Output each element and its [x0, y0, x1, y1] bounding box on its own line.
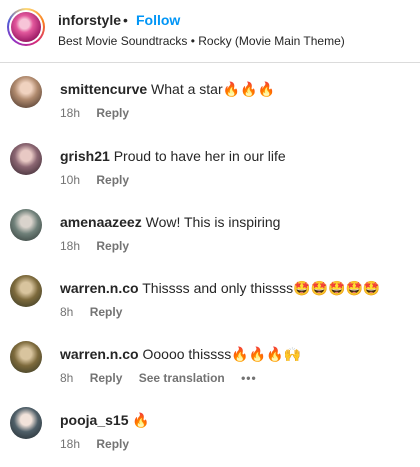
comment-username[interactable]: pooja_s15 [60, 412, 128, 428]
avatar[interactable] [10, 275, 42, 307]
comment-item: warren.n.co Ooooo thissss🔥🔥🔥🙌 8h Reply S… [0, 341, 420, 401]
more-options-icon[interactable]: ••• [241, 371, 257, 385]
comment-timestamp: 18h [60, 106, 81, 120]
comment-text: Proud to have her in our life [113, 148, 286, 164]
author-username[interactable]: inforstyle [58, 12, 121, 28]
follow-button[interactable]: Follow [136, 12, 180, 28]
comment-text: Thissss and only thissss [142, 280, 294, 296]
comment-item: grish21 Proud to have her in our life 10… [0, 143, 420, 203]
avatar[interactable] [10, 341, 42, 373]
comment-username[interactable]: smittencurve [60, 81, 147, 97]
see-translation-button[interactable]: See translation [139, 371, 225, 385]
comment-emoji: 🔥🔥🔥 [222, 82, 275, 98]
comment-timestamp: 8h [60, 371, 74, 385]
comment-item: smittencurve What a star🔥🔥🔥 18h Reply [0, 76, 420, 136]
reply-button[interactable]: Reply [96, 173, 129, 187]
comment-username[interactable]: warren.n.co [60, 280, 139, 296]
comment-timestamp: 18h [60, 437, 81, 451]
comment-username[interactable]: grish21 [60, 148, 110, 164]
comment-text: Wow! This is inspiring [145, 214, 281, 230]
avatar[interactable] [10, 143, 42, 175]
comment-text: Ooooo thissss [142, 346, 232, 362]
comment-text: What a star [151, 81, 223, 97]
reply-button[interactable]: Reply [90, 371, 123, 385]
reply-button[interactable]: Reply [90, 305, 123, 319]
audio-track-link[interactable]: Best Movie Soundtracks • Rocky (Movie Ma… [58, 34, 345, 48]
comment-timestamp: 8h [60, 305, 74, 319]
comment-emoji: 🔥🔥🔥🙌 [231, 347, 301, 363]
comment-emoji: 🔥 [132, 413, 150, 429]
comment-username[interactable]: warren.n.co [60, 346, 139, 362]
post-header: inforstyle • Follow Best Movie Soundtrac… [0, 0, 420, 62]
comment-item: pooja_s15 🔥 18h Reply [0, 407, 420, 467]
avatar[interactable] [10, 407, 42, 439]
reply-button[interactable]: Reply [96, 106, 129, 120]
reply-button[interactable]: Reply [96, 437, 129, 451]
comment-item: amenaazeez Wow! This is inspiring 18h Re… [0, 209, 420, 269]
comment-timestamp: 10h [60, 173, 81, 187]
header-divider [0, 62, 420, 63]
reply-button[interactable]: Reply [96, 239, 129, 253]
comment-emoji: 🤩🤩🤩🤩🤩 [293, 281, 381, 297]
author-avatar[interactable] [7, 8, 45, 46]
comment-timestamp: 18h [60, 239, 81, 253]
comment-username[interactable]: amenaazeez [60, 214, 142, 230]
comment-item: warren.n.co Thissss and only thissss🤩🤩🤩🤩… [0, 275, 420, 335]
header-separator: • [123, 12, 128, 28]
avatar[interactable] [10, 209, 42, 241]
avatar[interactable] [10, 76, 42, 108]
